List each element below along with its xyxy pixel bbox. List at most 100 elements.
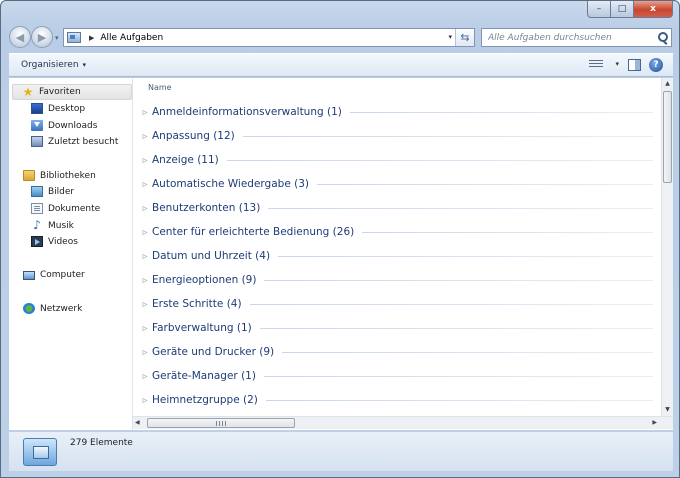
address-dropdown-icon[interactable]: ▾ <box>448 33 452 41</box>
group-row[interactable]: ▷ Energieoptionen (9) <box>133 270 657 290</box>
group-row[interactable]: ▷ Automatische Wiedergabe (3) <box>133 174 657 194</box>
group-label[interactable]: Heimnetzgruppe (2) <box>152 394 266 406</box>
expand-chevron-icon[interactable]: ▷ <box>138 253 152 260</box>
address-bar[interactable]: ▶ Alle Aufgaben ▾ ⇆ <box>63 28 475 47</box>
group-label[interactable]: Center für erleichterte Bedienung (26) <box>152 226 362 238</box>
maximize-button[interactable]: □ <box>611 1 633 18</box>
caption-buttons: – □ x <box>587 1 673 19</box>
expand-chevron-icon[interactable]: ▷ <box>138 277 152 284</box>
column-header-name[interactable]: Name <box>148 83 172 92</box>
group-label[interactable]: Anzeige (11) <box>152 154 227 166</box>
nav-item-pictures[interactable]: Bilder <box>31 186 74 197</box>
search-input[interactable]: Alle Aufgaben durchsuchen <box>488 33 655 43</box>
recent-places-icon <box>31 136 43 147</box>
content-area: ★ Favoriten Desktop Downloads Zuletzt be… <box>9 78 673 430</box>
recent-pages-dropdown-icon[interactable]: ▾ <box>55 34 59 42</box>
group-divider <box>242 135 653 137</box>
group-label[interactable]: Farbverwaltung (1) <box>152 322 260 334</box>
expand-chevron-icon[interactable]: ▷ <box>138 397 152 404</box>
group-divider <box>317 183 653 185</box>
item-list: Name ˄ ▷ Anmeldeinformationsverwaltung (… <box>133 78 661 416</box>
expand-chevron-icon[interactable]: ▷ <box>138 133 152 140</box>
group-row[interactable]: ▷ Geräte-Manager (1) <box>133 366 657 386</box>
expand-chevron-icon[interactable]: ▷ <box>138 301 152 308</box>
group-row[interactable]: ▷ Datum und Uhrzeit (4) <box>133 246 657 266</box>
group-row[interactable]: ▷ Anpassung (12) <box>133 126 657 146</box>
minimize-button[interactable]: – <box>587 1 611 18</box>
expand-chevron-icon[interactable]: ▷ <box>138 349 152 356</box>
forward-button[interactable]: ▶ <box>31 26 53 48</box>
group-label[interactable]: Anpassung (12) <box>152 130 243 142</box>
nav-item-documents[interactable]: Dokumente <box>31 203 100 214</box>
scroll-up-icon[interactable]: ▲ <box>662 78 673 90</box>
search-box[interactable]: Alle Aufgaben durchsuchen <box>481 28 672 47</box>
back-button[interactable]: ◀ <box>9 26 31 48</box>
videos-icon <box>31 236 43 247</box>
nav-item-label: Dokumente <box>48 203 101 214</box>
group-label[interactable]: Erste Schritte (4) <box>152 298 250 310</box>
nav-item-label: Bilder <box>48 186 75 197</box>
group-label[interactable]: Geräte und Drucker (9) <box>152 346 282 358</box>
nav-item-videos[interactable]: Videos <box>31 236 78 247</box>
organize-label: Organisieren <box>21 60 79 70</box>
vertical-scrollbar[interactable]: ▲ ▼ <box>661 78 673 416</box>
breadcrumb-chevron-icon[interactable]: ▶ <box>89 34 94 42</box>
vertical-scroll-thumb[interactable] <box>663 91 672 183</box>
group-row[interactable]: ▷ Farbverwaltung (1) <box>133 318 657 338</box>
group-row[interactable]: ▷ Anzeige (11) <box>133 150 657 170</box>
scroll-down-icon[interactable]: ▼ <box>662 404 673 416</box>
expand-chevron-icon[interactable]: ▷ <box>138 325 152 332</box>
group-label[interactable]: Datum und Uhrzeit (4) <box>152 250 278 262</box>
horizontal-scrollbar[interactable]: ◀ ▶ <box>133 416 673 429</box>
libraries-icon <box>23 170 35 181</box>
group-label[interactable]: Energieoptionen (9) <box>152 274 264 286</box>
group-divider <box>226 159 653 161</box>
group-divider <box>282 351 653 353</box>
expand-chevron-icon[interactable]: ▷ <box>138 181 152 188</box>
group-label[interactable]: Anmeldeinformationsverwaltung (1) <box>152 106 350 118</box>
scroll-left-icon[interactable]: ◀ <box>135 417 140 429</box>
details-pane: 279 Elemente <box>9 431 673 471</box>
expand-chevron-icon[interactable]: ▷ <box>138 109 152 116</box>
nav-favorites[interactable]: ★ Favoriten <box>12 84 132 100</box>
group-row[interactable]: ▷ Heimnetzgruppe (2) <box>133 390 657 410</box>
nav-libraries[interactable]: Bibliotheken <box>23 170 96 181</box>
group-label[interactable]: Automatische Wiedergabe (3) <box>152 178 317 190</box>
group-label[interactable]: Geräte-Manager (1) <box>152 370 264 382</box>
scroll-right-icon[interactable]: ▶ <box>652 417 657 429</box>
horizontal-scroll-thumb[interactable] <box>147 418 295 428</box>
group-row[interactable]: ▷ Benutzerkonten (13) <box>133 198 657 218</box>
organize-button[interactable]: Organisieren ▾ <box>21 60 86 70</box>
group-label[interactable]: Benutzerkonten (13) <box>152 202 268 214</box>
nav-computer[interactable]: Computer <box>23 270 85 280</box>
expand-chevron-icon[interactable]: ▷ <box>138 373 152 380</box>
group-row[interactable]: ▷ Erste Schritte (4) <box>133 294 657 314</box>
nav-item-recent-places[interactable]: Zuletzt besucht <box>31 136 118 147</box>
view-dropdown-icon[interactable]: ▾ <box>615 60 619 68</box>
group-divider <box>268 207 653 209</box>
command-bar: Organisieren ▾ ▾ ? <box>9 53 673 77</box>
preview-pane-icon[interactable] <box>628 59 641 71</box>
downloads-icon <box>31 120 43 131</box>
music-icon: ♪ <box>33 218 41 232</box>
control-panel-icon <box>67 32 81 43</box>
expand-chevron-icon[interactable]: ▷ <box>138 157 152 164</box>
close-button[interactable]: x <box>633 1 673 18</box>
help-icon[interactable]: ? <box>649 58 663 72</box>
nav-item-music[interactable]: ♪ Musik <box>31 218 74 232</box>
group-row[interactable]: ▷ Geräte und Drucker (9) <box>133 342 657 362</box>
search-icon[interactable] <box>655 30 671 46</box>
nav-item-label: Bibliotheken <box>40 170 96 181</box>
nav-item-downloads[interactable]: Downloads <box>31 120 97 131</box>
breadcrumb-all-tasks[interactable]: Alle Aufgaben <box>100 33 163 43</box>
group-row[interactable]: ▷ Center für erleichterte Bedienung (26) <box>133 222 657 242</box>
computer-icon <box>23 270 35 280</box>
refresh-button[interactable]: ⇆ <box>455 29 474 46</box>
expand-chevron-icon[interactable]: ▷ <box>138 229 152 236</box>
sort-ascending-icon: ˄ <box>453 78 457 84</box>
nav-item-desktop[interactable]: Desktop <box>31 103 85 114</box>
group-row[interactable]: ▷ Anmeldeinformationsverwaltung (1) <box>133 102 657 122</box>
nav-network[interactable]: Netzwerk <box>23 303 82 314</box>
view-options-icon[interactable] <box>589 60 603 71</box>
expand-chevron-icon[interactable]: ▷ <box>138 205 152 212</box>
